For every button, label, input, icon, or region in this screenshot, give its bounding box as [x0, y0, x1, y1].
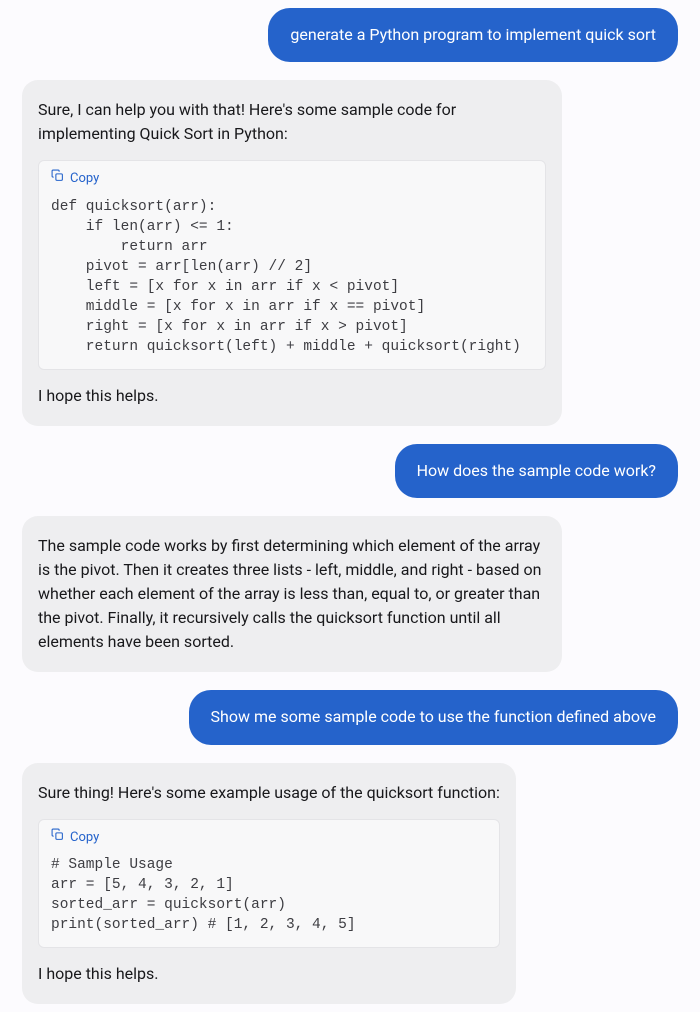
message-row-assistant: Sure, I can help you with that! Here's s…	[22, 80, 678, 426]
assistant-intro-text: The sample code works by first determini…	[38, 534, 546, 654]
user-message-text: generate a Python program to implement q…	[290, 25, 656, 44]
user-message-bubble: generate a Python program to implement q…	[268, 8, 678, 62]
user-message-bubble: How does the sample code work?	[395, 444, 678, 498]
code-block: Copy # Sample Usage arr = [5, 4, 3, 2, 1…	[38, 819, 500, 949]
message-row-assistant: Sure thing! Here's some example usage of…	[22, 763, 678, 1005]
user-message-text: Show me some sample code to use the func…	[211, 707, 656, 726]
code-content: # Sample Usage arr = [5, 4, 3, 2, 1] sor…	[39, 855, 499, 947]
message-row-user: generate a Python program to implement q…	[22, 8, 678, 62]
message-row-assistant: The sample code works by first determini…	[22, 516, 678, 672]
assistant-outro-text: I hope this helps.	[38, 962, 500, 986]
copy-button[interactable]: Copy	[39, 161, 545, 197]
assistant-message-bubble: Sure thing! Here's some example usage of…	[22, 763, 516, 1005]
copy-label: Copy	[70, 169, 99, 189]
assistant-intro-text: Sure, I can help you with that! Here's s…	[38, 98, 546, 146]
copy-icon	[51, 169, 64, 189]
assistant-message-bubble: Sure, I can help you with that! Here's s…	[22, 80, 562, 426]
copy-label: Copy	[70, 828, 99, 848]
assistant-intro-text: Sure thing! Here's some example usage of…	[38, 781, 500, 805]
assistant-message-bubble: The sample code works by first determini…	[22, 516, 562, 672]
user-message-text: How does the sample code work?	[417, 461, 656, 480]
message-row-user: Show me some sample code to use the func…	[22, 690, 678, 744]
code-content: def quicksort(arr): if len(arr) <= 1: re…	[39, 197, 545, 369]
chat-container: generate a Python program to implement q…	[22, 8, 678, 1004]
assistant-outro-text: I hope this helps.	[38, 384, 546, 408]
code-block: Copy def quicksort(arr): if len(arr) <= …	[38, 160, 546, 370]
copy-button[interactable]: Copy	[39, 820, 499, 856]
message-row-user: How does the sample code work?	[22, 444, 678, 498]
copy-icon	[51, 828, 64, 848]
user-message-bubble: Show me some sample code to use the func…	[189, 690, 678, 744]
